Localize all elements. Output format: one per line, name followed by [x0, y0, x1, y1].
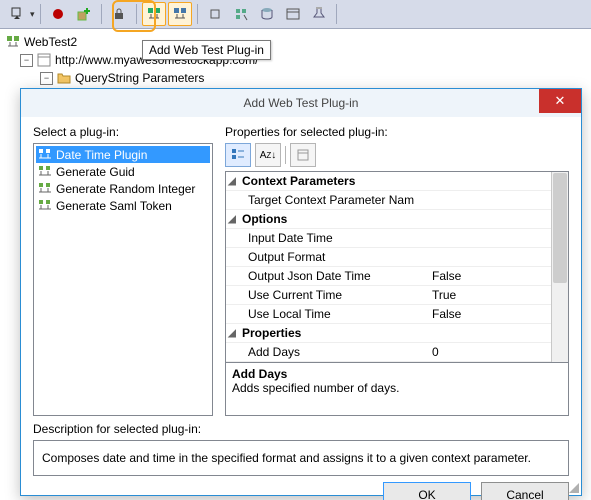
- scrollbar-thumb[interactable]: [553, 173, 567, 283]
- property-value[interactable]: False: [428, 269, 552, 283]
- lock-button[interactable]: [107, 2, 131, 26]
- property-category[interactable]: ◢Options: [226, 210, 552, 229]
- tree-root-label: WebTest2: [24, 35, 77, 49]
- plugin-item-label: Generate Guid: [56, 165, 135, 179]
- add-request-plugin-button[interactable]: [168, 2, 192, 26]
- property-row[interactable]: Add Days0: [226, 343, 552, 362]
- property-name: Output Format: [226, 250, 428, 264]
- property-row[interactable]: Use Local TimeFalse: [226, 305, 552, 324]
- property-help-title: Add Days: [232, 367, 562, 381]
- property-row[interactable]: Use Current TimeTrue: [226, 286, 552, 305]
- chevron-down-icon: ◢: [226, 328, 238, 339]
- toolbar-btn-a[interactable]: [203, 2, 227, 26]
- plugin-item-label: Generate Saml Token: [56, 199, 172, 213]
- property-category[interactable]: ◢Context Parameters: [226, 172, 552, 191]
- select-plugin-label: Select a plug-in:: [33, 125, 213, 139]
- property-help: Add Days Adds specified number of days.: [226, 362, 568, 415]
- dialog-titlebar[interactable]: Add Web Test Plug-in ✕: [21, 89, 581, 117]
- dialog-title: Add Web Test Plug-in: [244, 96, 359, 110]
- plugin-item[interactable]: Generate Random Integer: [36, 180, 210, 197]
- toolbar: ▾: [0, 0, 591, 29]
- properties-label: Properties for selected plug-in:: [225, 125, 569, 139]
- ok-label: OK: [418, 488, 435, 500]
- tree-root[interactable]: WebTest2: [6, 33, 585, 51]
- property-help-text: Adds specified number of days.: [232, 381, 562, 395]
- property-name: Use Current Time: [226, 288, 428, 302]
- resize-grip[interactable]: [567, 481, 579, 493]
- category-name: Options: [238, 212, 428, 226]
- plugin-icon: [38, 148, 52, 162]
- parameterize-button[interactable]: [229, 2, 253, 26]
- property-grid[interactable]: ◢Context ParametersTarget Context Parame…: [225, 171, 569, 416]
- plugin-item-label: Date Time Plugin: [56, 148, 147, 162]
- property-name: Target Context Parameter Nam: [226, 193, 428, 207]
- expander-icon[interactable]: −: [20, 54, 33, 67]
- folder-icon: [57, 71, 71, 85]
- add-plugin-dialog: Add Web Test Plug-in ✕ Select a plug-in:…: [20, 88, 582, 496]
- chevron-down-icon: ◢: [226, 214, 238, 225]
- close-button[interactable]: ✕: [539, 89, 581, 113]
- plugin-icon: [38, 182, 52, 196]
- scrollbar[interactable]: [551, 172, 568, 362]
- generate-code-button[interactable]: [307, 2, 331, 26]
- category-name: Context Parameters: [238, 174, 428, 188]
- tree-qs-node[interactable]: − QueryString Parameters: [6, 69, 585, 87]
- property-name: Add Days: [226, 345, 428, 359]
- test-tree: WebTest2 − http://www.myawesomestockapp.…: [0, 29, 591, 91]
- property-row[interactable]: Output Json Date TimeFalse: [226, 267, 552, 286]
- property-value[interactable]: True: [428, 288, 552, 302]
- chevron-down-icon: ◢: [226, 176, 238, 187]
- categorized-button[interactable]: [225, 143, 251, 167]
- property-row[interactable]: Target Context Parameter Nam: [226, 191, 552, 210]
- plugin-item[interactable]: Date Time Plugin: [36, 146, 210, 163]
- cancel-button[interactable]: Cancel: [481, 482, 569, 500]
- tooltip-text: Add Web Test Plug-in: [149, 43, 264, 57]
- record-button[interactable]: [46, 2, 70, 26]
- plugin-item[interactable]: Generate Guid: [36, 163, 210, 180]
- property-value[interactable]: 0: [428, 345, 552, 359]
- property-row[interactable]: Input Date Time: [226, 229, 552, 248]
- property-category[interactable]: ◢Properties: [226, 324, 552, 343]
- request-icon: [37, 53, 51, 67]
- alphabetical-button[interactable]: AZ↓: [255, 143, 281, 167]
- tree-qs-label: QueryString Parameters: [75, 71, 204, 85]
- add-datasource-button[interactable]: [255, 2, 279, 26]
- plugin-item-label: Generate Random Integer: [56, 182, 195, 196]
- description-text: Composes date and time in the specified …: [42, 451, 531, 465]
- plugin-item[interactable]: Generate Saml Token: [36, 197, 210, 214]
- description-label: Description for selected plug-in:: [33, 422, 569, 436]
- property-row[interactable]: Output Format: [226, 248, 552, 267]
- chevron-down-icon: ▾: [30, 9, 35, 20]
- expander-icon[interactable]: −: [40, 72, 53, 85]
- tooltip: Add Web Test Plug-in: [142, 40, 271, 60]
- dropdown-button[interactable]: [6, 2, 30, 26]
- property-name: Use Local Time: [226, 307, 428, 321]
- property-value[interactable]: False: [428, 307, 552, 321]
- description-box: Composes date and time in the specified …: [33, 440, 569, 476]
- webtest-icon: [6, 35, 20, 49]
- add-web-test-plugin-button[interactable]: [142, 2, 166, 26]
- add-recording-button[interactable]: [72, 2, 96, 26]
- ok-button[interactable]: OK: [383, 482, 471, 500]
- cancel-label: Cancel: [506, 488, 543, 500]
- property-pages-button[interactable]: [290, 143, 316, 167]
- set-credentials-button[interactable]: [281, 2, 305, 26]
- category-name: Properties: [238, 326, 428, 340]
- plugin-icon: [38, 199, 52, 213]
- property-name: Input Date Time: [226, 231, 428, 245]
- property-name: Output Json Date Time: [226, 269, 428, 283]
- plugin-list[interactable]: Date Time Plugin Generate Guid Generate Ra…: [33, 143, 213, 416]
- tree-url-node[interactable]: − http://www.myawesomestockapp.com/: [6, 51, 585, 69]
- plugin-icon: [38, 165, 52, 179]
- propgrid-toolbar: AZ↓: [225, 143, 569, 171]
